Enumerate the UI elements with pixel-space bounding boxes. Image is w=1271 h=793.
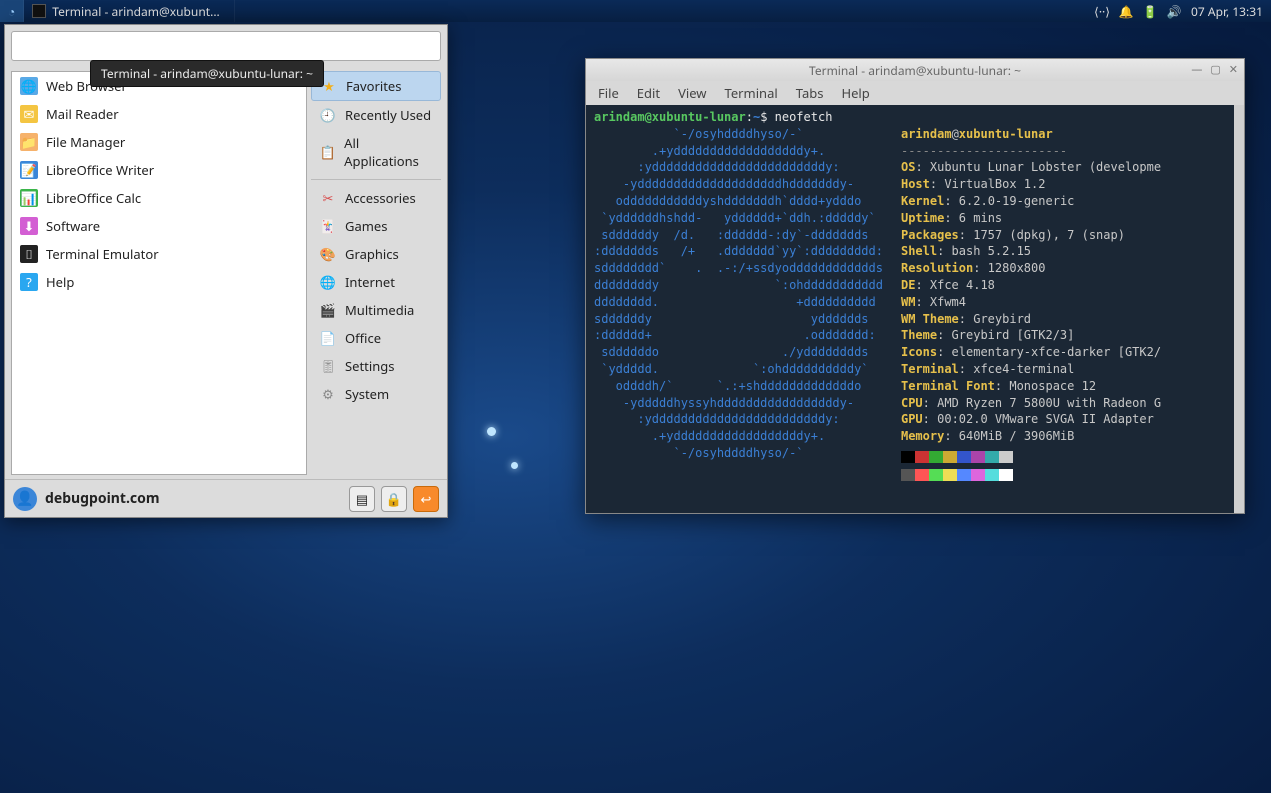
menu-file[interactable]: File — [598, 84, 619, 102]
minimize-button[interactable]: — — [1191, 62, 1202, 77]
category-favorites[interactable]: ★Favorites — [311, 71, 441, 101]
menu-terminal[interactable]: Terminal — [725, 84, 778, 102]
app-icon: ? — [20, 273, 38, 291]
app-label: LibreOffice Calc — [46, 189, 141, 207]
top-panel: ◔ Terminal - arindam@xubunt... ⟨··⟩ 🔔 🔋 … — [0, 0, 1271, 22]
terminal-scrollbar[interactable] — [1234, 105, 1244, 513]
terminal-content[interactable]: arindam@xubuntu-lunar:~$ neofetch `-/osy… — [586, 105, 1234, 513]
search-input[interactable] — [11, 31, 441, 61]
menu-help[interactable]: Help — [841, 84, 869, 102]
category-icon: ✂ — [319, 189, 337, 207]
app-icon: 📊 — [20, 189, 38, 207]
app-item-software[interactable]: ⬇ Software — [12, 212, 306, 240]
category-label: Graphics — [345, 245, 399, 263]
category-icon: 📄 — [319, 329, 337, 347]
category-label: Accessories — [345, 189, 416, 207]
category-icon: ⚙ — [319, 385, 337, 403]
terminal-icon — [32, 4, 46, 18]
category-system[interactable]: ⚙ System — [311, 380, 441, 408]
category-icon: 🕘 — [319, 106, 337, 124]
taskbar-item-label: Terminal - arindam@xubunt... — [52, 3, 220, 20]
category-all-applications[interactable]: 📋 All Applications — [311, 129, 441, 175]
app-item-mail-reader[interactable]: ✉ Mail Reader — [12, 100, 306, 128]
category-icon: 🎚 — [319, 357, 337, 375]
app-icon: 🌐 — [20, 77, 38, 95]
user-avatar-icon: 👤 — [13, 487, 37, 511]
app-icon: ⌷ — [20, 245, 38, 263]
category-icon: 🃏 — [319, 217, 337, 235]
xubuntu-logo-icon: ◔ — [8, 3, 15, 20]
app-icon: 📁 — [20, 133, 38, 151]
app-label: LibreOffice Writer — [46, 161, 154, 179]
settings-button[interactable]: ▤ — [349, 486, 375, 512]
app-item-help[interactable]: ? Help — [12, 268, 306, 296]
categories-list: ★Favorites 🕘 Recently Used 📋 All Application… — [311, 71, 441, 475]
app-icon: ✉ — [20, 105, 38, 123]
app-icon: ⬇ — [20, 217, 38, 235]
category-office[interactable]: 📄 Office — [311, 324, 441, 352]
category-label: Games — [345, 217, 387, 235]
close-button[interactable]: ✕ — [1229, 62, 1238, 77]
app-item-libreoffice-calc[interactable]: 📊 LibreOffice Calc — [12, 184, 306, 212]
lock-button[interactable]: 🔒 — [381, 486, 407, 512]
app-item-libreoffice-writer[interactable]: 📝 LibreOffice Writer — [12, 156, 306, 184]
app-label: Terminal Emulator — [46, 245, 159, 263]
battery-icon[interactable]: 🔋 — [1143, 4, 1157, 18]
app-label: File Manager — [46, 133, 125, 151]
category-label: Multimedia — [345, 301, 414, 319]
menu-tabs[interactable]: Tabs — [796, 84, 824, 102]
terminal-title-text: Terminal - arindam@xubuntu-lunar: ~ — [809, 62, 1021, 79]
network-icon[interactable]: ⟨··⟩ — [1095, 4, 1109, 18]
category-label: Favorites — [346, 77, 401, 95]
category-accessories[interactable]: ✂ Accessories — [311, 184, 441, 212]
category-label: All Applications — [344, 134, 433, 170]
menu-view[interactable]: View — [678, 84, 706, 102]
app-label: Help — [46, 273, 74, 291]
category-settings[interactable]: 🎚 Settings — [311, 352, 441, 380]
logout-icon: ↩ — [421, 490, 432, 508]
category-label: Recently Used — [345, 106, 431, 124]
color-palette — [901, 451, 1161, 481]
category-label: Internet — [345, 273, 395, 291]
terminal-window: Terminal - arindam@xubuntu-lunar: ~ — ▢ … — [585, 58, 1245, 514]
category-label: Settings — [345, 357, 394, 375]
lock-icon: 🔒 — [386, 490, 402, 508]
taskbar-item-terminal[interactable]: Terminal - arindam@xubunt... — [24, 0, 235, 22]
category-games[interactable]: 🃏 Games — [311, 212, 441, 240]
category-label: Office — [345, 329, 381, 347]
favorites-list: 🌐Web Browser✉Mail Reader📁File Manager📝Li… — [11, 71, 307, 475]
app-label: Mail Reader — [46, 105, 119, 123]
notifications-icon[interactable]: 🔔 — [1119, 4, 1133, 18]
volume-icon[interactable]: 🔊 — [1167, 4, 1181, 18]
terminal-menubar: File Edit View Terminal Tabs Help — [586, 81, 1244, 105]
app-label: Software — [46, 217, 100, 235]
maximize-button[interactable]: ▢ — [1210, 62, 1220, 77]
category-icon: 📋 — [319, 143, 336, 161]
menu-edit[interactable]: Edit — [637, 84, 660, 102]
app-item-file-manager[interactable]: 📁 File Manager — [12, 128, 306, 156]
footer-username: debugpoint.com — [45, 489, 160, 508]
panel-clock[interactable]: 07 Apr, 13:31 — [1191, 3, 1263, 20]
category-icon: 🎨 — [319, 245, 337, 263]
category-multimedia[interactable]: 🎬 Multimedia — [311, 296, 441, 324]
search-tooltip: Terminal - arindam@xubuntu-lunar: ~ — [90, 60, 324, 87]
category-graphics[interactable]: 🎨 Graphics — [311, 240, 441, 268]
category-recently-used[interactable]: 🕘 Recently Used — [311, 101, 441, 129]
logout-button[interactable]: ↩ — [413, 486, 439, 512]
category-label: System — [345, 385, 389, 403]
app-icon: 📝 — [20, 161, 38, 179]
whisker-menu: 🔍 Terminal - arindam@xubuntu-lunar: ~ 🌐W… — [4, 24, 448, 518]
terminal-titlebar[interactable]: Terminal - arindam@xubuntu-lunar: ~ — ▢ … — [586, 59, 1244, 81]
category-icon: 🎬 — [319, 301, 337, 319]
category-icon: 🌐 — [319, 273, 337, 291]
settings-icon: ▤ — [356, 490, 368, 508]
category-separator — [311, 179, 441, 180]
app-item-terminal-emulator[interactable]: ⌷ Terminal Emulator — [12, 240, 306, 268]
whisker-menu-button[interactable]: ◔ — [0, 0, 24, 22]
category-internet[interactable]: 🌐 Internet — [311, 268, 441, 296]
